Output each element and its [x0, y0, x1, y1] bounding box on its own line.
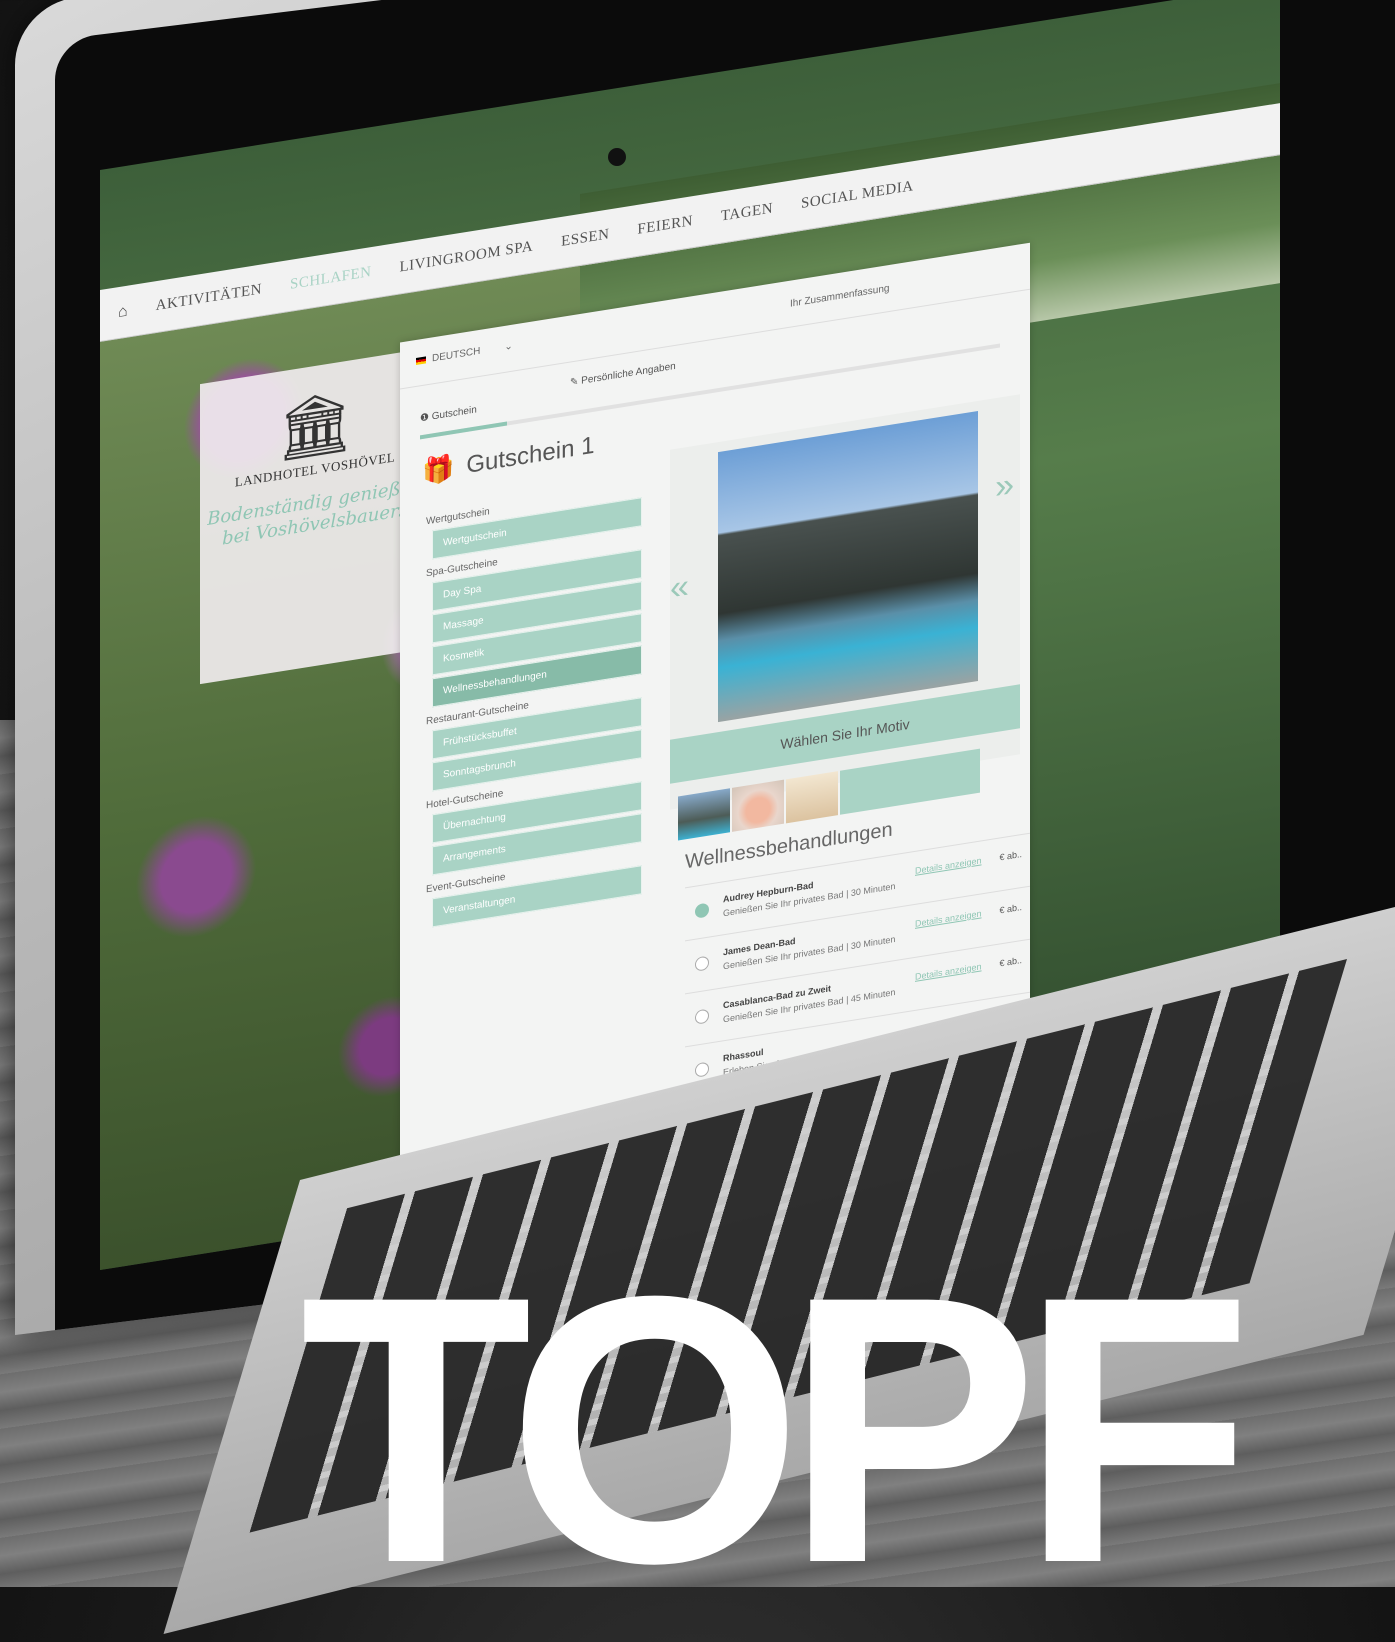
details-link[interactable]: Details anzeigen [915, 908, 982, 929]
nav-schlafen[interactable]: SCHLAFEN [290, 264, 372, 294]
home-icon[interactable]: ⌂ [118, 302, 128, 322]
webcam-icon [608, 148, 626, 166]
category-list: Wertgutschein Wertgutschein Spa-Gutscheine… [422, 474, 642, 932]
nav-tagen[interactable]: TAGEN [721, 200, 773, 225]
language-label: DEUTSCH [432, 345, 481, 365]
nav-aktivitaeten[interactable]: AKTIVITÄTEN [156, 281, 262, 315]
step-persoenliche-angaben[interactable]: ✎ Persönliche Angaben [570, 361, 676, 389]
step-gutschein[interactable]: ❶ Gutschein [420, 404, 477, 424]
previous-motif-icon[interactable]: « [670, 567, 689, 609]
motif-selector: « » Wählen Sie Ihr Motiv [670, 394, 1020, 810]
chevron-down-icon: ⌄ [504, 340, 513, 353]
details-link[interactable]: Details anzeigen [915, 961, 982, 982]
progress-bar-fill [420, 421, 507, 440]
step-persoenliche-label: Persönliche Angaben [581, 360, 676, 387]
treatment-price: € ab.. [999, 954, 1022, 969]
nav-livingroom-spa[interactable]: LIVINGROOM SPA [400, 238, 534, 276]
motif-image-hotel-spa[interactable] [718, 410, 978, 723]
step-gutschein-label: Gutschein [431, 404, 477, 423]
treatment-price: € ab.. [999, 848, 1022, 863]
nav-feiern[interactable]: FEIERN [637, 213, 693, 239]
thumbnail-hotel[interactable] [678, 788, 730, 841]
treatment-radio[interactable] [695, 902, 709, 919]
voucher-heading: 🎁 Gutschein 1 [422, 430, 594, 488]
voucher-title: Gutschein 1 [466, 431, 595, 479]
treatment-price: € ab.. [999, 901, 1022, 916]
nav-essen[interactable]: ESSEN [561, 226, 609, 251]
treatment-radio[interactable] [695, 955, 709, 972]
german-flag-icon [416, 356, 426, 365]
language-select[interactable]: DEUTSCH ⌄ [416, 341, 513, 367]
overlay-headline: TOPF [300, 1217, 1252, 1642]
nav-social-media[interactable]: SOCIAL MEDIA [801, 178, 914, 213]
next-motif-icon[interactable]: » [995, 465, 1014, 507]
thumbnail-spa[interactable] [732, 779, 784, 832]
thumbnail-massage[interactable] [786, 771, 838, 824]
treatment-radio[interactable] [695, 1008, 709, 1025]
gift-icon: 🎁 [422, 451, 455, 488]
summary-link[interactable]: Ihr Zusammenfassung [790, 283, 890, 310]
treatment-radio[interactable] [695, 1061, 709, 1078]
details-link[interactable]: Details anzeigen [915, 855, 982, 876]
hotel-logo[interactable]: 🏛 LANDHOTEL VOSHÖVEL Bodenständig genieß… [200, 347, 430, 685]
